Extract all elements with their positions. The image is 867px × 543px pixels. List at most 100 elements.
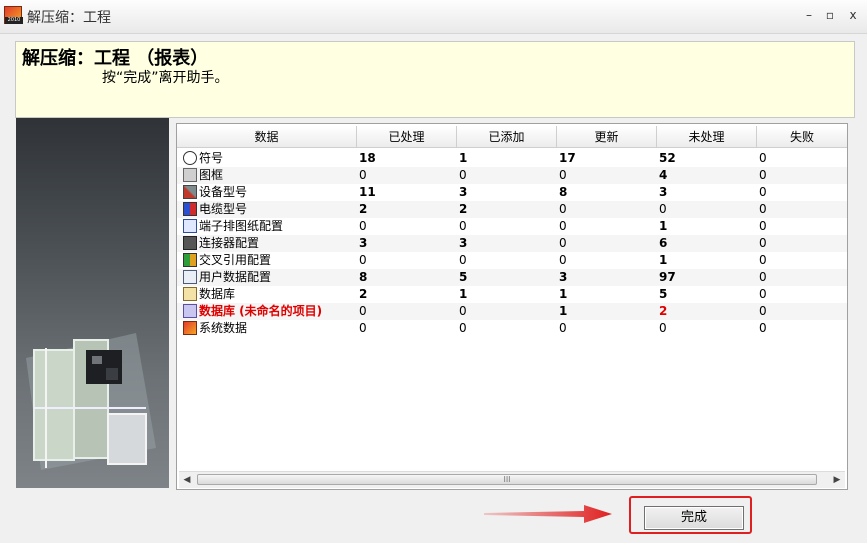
row-failed-cell: 0 <box>759 321 767 335</box>
row-failed-cell: 0 <box>759 287 767 301</box>
connector-config-icon <box>183 236 197 250</box>
table-row[interactable]: 端子排图纸配置 0 0 0 1 0 <box>177 218 847 235</box>
table-row[interactable]: 设备型号 11 3 8 3 0 <box>177 184 847 201</box>
scroll-right-arrow-icon[interactable]: ▶ <box>829 472 845 488</box>
row-updated-cell: 1 <box>559 304 568 318</box>
row-added-cell: 3 <box>459 236 468 250</box>
row-failed-cell: 0 <box>759 202 767 216</box>
frame-icon <box>183 168 197 182</box>
row-updated-cell: 0 <box>559 236 567 250</box>
row-name-label: 系统数据 <box>199 321 248 335</box>
row-unprocessed-cell: 6 <box>659 236 668 250</box>
cross-reference-icon <box>183 253 197 267</box>
close-button[interactable]: x <box>844 7 862 23</box>
column-header-unprocessed[interactable]: 未处理 <box>657 126 757 148</box>
row-name-cell: 系统数据 <box>183 320 247 337</box>
row-updated-cell: 0 <box>559 253 567 267</box>
table-row[interactable]: 交叉引用配置 0 0 0 1 0 <box>177 252 847 269</box>
report-table[interactable]: 数据 已处理 已添加 更新 未处理 失败 符号 18 1 17 52 0 图框 0 0 0 4 0 设备… <box>176 123 848 490</box>
row-added-cell: 2 <box>459 202 468 216</box>
app-logo-icon: 2010 <box>4 6 23 24</box>
terminal-config-icon <box>183 219 197 233</box>
row-processed-cell: 11 <box>359 185 376 199</box>
row-added-cell: 1 <box>459 151 468 165</box>
row-name-label: 连接器配置 <box>199 236 260 250</box>
table-row[interactable]: 图框 0 0 0 4 0 <box>177 167 847 184</box>
row-name-cell: 电缆型号 <box>183 201 247 218</box>
row-name-cell: 设备型号 <box>183 184 247 201</box>
row-name-label: 符号 <box>199 151 224 165</box>
row-name-cell: 连接器配置 <box>183 235 259 252</box>
device-type-icon <box>183 185 197 199</box>
column-header-processed[interactable]: 已处理 <box>357 126 457 148</box>
cable-type-icon <box>183 202 197 216</box>
row-name-cell: 数据库 <box>183 286 235 303</box>
row-name-cell: 交叉引用配置 <box>183 252 271 269</box>
row-updated-cell: 8 <box>559 185 568 199</box>
row-unprocessed-cell: 97 <box>659 270 676 284</box>
row-name-label: 设备型号 <box>199 185 248 199</box>
row-unprocessed-cell: 0 <box>659 321 667 335</box>
symbol-icon <box>183 151 197 165</box>
column-header-data[interactable]: 数据 <box>177 126 357 148</box>
row-updated-cell: 0 <box>559 168 567 182</box>
row-name-label: 图框 <box>199 168 224 182</box>
row-updated-cell: 0 <box>559 321 567 335</box>
row-unprocessed-cell: 2 <box>659 304 668 318</box>
column-header-added[interactable]: 已添加 <box>457 126 557 148</box>
row-name-cell: 用户数据配置 <box>183 269 271 286</box>
database-unnamed-icon <box>183 304 197 318</box>
row-unprocessed-cell: 4 <box>659 168 668 182</box>
row-added-cell: 0 <box>459 253 467 267</box>
row-processed-cell: 8 <box>359 270 368 284</box>
row-unprocessed-cell: 1 <box>659 253 668 267</box>
annotation-arrow-icon <box>484 505 612 523</box>
row-processed-cell: 3 <box>359 236 368 250</box>
table-row[interactable]: 数据库 (未命名的项目) 0 0 1 2 0 <box>177 303 847 320</box>
row-added-cell: 0 <box>459 321 467 335</box>
table-row[interactable]: 连接器配置 3 3 0 6 0 <box>177 235 847 252</box>
row-processed-cell: 0 <box>359 304 367 318</box>
table-row[interactable]: 用户数据配置 8 5 3 97 0 <box>177 269 847 286</box>
row-failed-cell: 0 <box>759 185 767 199</box>
wizard-header: 解压缩：工程 （报表） 按“完成”离开助手。 <box>15 41 855 118</box>
row-added-cell: 1 <box>459 287 468 301</box>
horizontal-scrollbar[interactable]: ◀ III ▶ <box>179 471 845 488</box>
row-unprocessed-cell: 52 <box>659 151 676 165</box>
row-name-cell: 图框 <box>183 167 223 184</box>
user-data-icon <box>183 270 197 284</box>
title-bar: 2010 解压缩：工程 – ▫ x <box>0 0 867 34</box>
database-icon <box>183 287 197 301</box>
row-updated-cell: 0 <box>559 202 567 216</box>
row-unprocessed-cell: 1 <box>659 219 668 233</box>
table-row[interactable]: 电缆型号 2 2 0 0 0 <box>177 201 847 218</box>
table-row[interactable]: 符号 18 1 17 52 0 <box>177 150 847 167</box>
row-failed-cell: 0 <box>759 151 767 165</box>
row-added-cell: 0 <box>459 304 467 318</box>
table-row[interactable]: 系统数据 0 0 0 0 0 <box>177 320 847 337</box>
minimize-button[interactable]: – <box>800 7 818 23</box>
row-unprocessed-cell: 3 <box>659 185 668 199</box>
row-failed-cell: 0 <box>759 236 767 250</box>
system-data-icon <box>183 321 197 335</box>
row-failed-cell: 0 <box>759 304 767 318</box>
row-added-cell: 5 <box>459 270 468 284</box>
row-added-cell: 3 <box>459 185 468 199</box>
row-failed-cell: 0 <box>759 219 767 233</box>
row-updated-cell: 3 <box>559 270 568 284</box>
maximize-button[interactable]: ▫ <box>821 7 839 23</box>
row-name-label: 端子排图纸配置 <box>199 219 284 233</box>
finish-button[interactable]: 完成 <box>644 506 744 530</box>
table-row[interactable]: 数据库 2 1 1 5 0 <box>177 286 847 303</box>
scroll-left-arrow-icon[interactable]: ◀ <box>179 472 195 488</box>
row-updated-cell: 0 <box>559 219 567 233</box>
scroll-thumb[interactable]: III <box>197 474 817 485</box>
row-failed-cell: 0 <box>759 168 767 182</box>
row-name-label: 交叉引用配置 <box>199 253 272 267</box>
column-header-updated[interactable]: 更新 <box>557 126 657 148</box>
window-title: 解压缩：工程 <box>27 10 111 26</box>
row-failed-cell: 0 <box>759 253 767 267</box>
column-header-failed[interactable]: 失败 <box>757 126 847 148</box>
row-name-cell: 符号 <box>183 150 223 167</box>
row-updated-cell: 1 <box>559 287 568 301</box>
